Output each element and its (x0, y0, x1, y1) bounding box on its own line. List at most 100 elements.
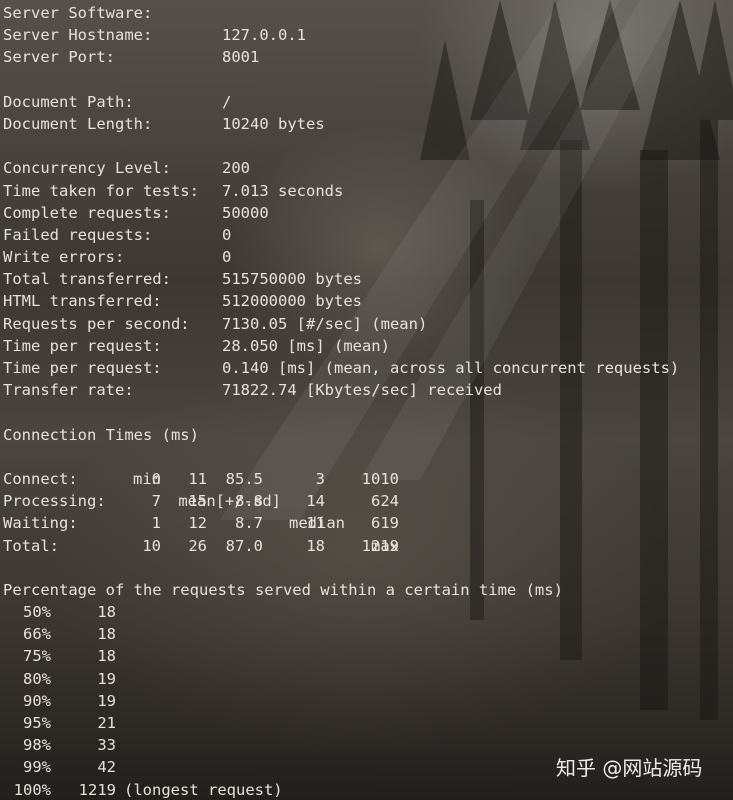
stat-value: 0 (222, 225, 232, 244)
ct-median-value: 11 (306, 514, 325, 533)
stat-line: Complete requests: 50000 (3, 202, 733, 224)
stat-value: 512000000 bytes (222, 292, 362, 311)
ct-min-value: 1 (151, 514, 161, 533)
percentile-label: 66% (23, 625, 51, 644)
percentile-ms-value: 19 (97, 691, 116, 710)
stat-line: Concurrency Level: 200 (3, 157, 733, 179)
stat-line: Time taken for tests: 7.013 seconds (3, 180, 733, 202)
ct-sd-value: 85.5 (225, 469, 263, 488)
connection-times-row: Processing: 7 15 8.8 14 624 (3, 490, 733, 512)
percentile-ms-value: 33 (97, 736, 116, 755)
stat-value: 127.0.0.1 (222, 26, 306, 45)
ct-row-label: Processing: (3, 492, 106, 511)
percentile-label: 90% (23, 691, 51, 710)
percentile-ms-value: 42 (97, 758, 116, 777)
zhihu-watermark: 知乎 @网站源码 (556, 756, 703, 780)
percentile-label: 100% (13, 780, 51, 799)
percentile-row: 80% 19 (3, 668, 733, 690)
stat-label: Requests per second: (3, 314, 190, 333)
percentile-ms-value: 18 (97, 647, 116, 666)
ct-min-value: 7 (151, 492, 161, 511)
percentile-label: 50% (23, 603, 51, 622)
stat-line: Total transferred: 515750000 bytes (3, 268, 733, 290)
stat-label: Server Port: (3, 48, 115, 67)
percentile-label: 98% (23, 736, 51, 755)
connection-times-title: Connection Times (ms) (3, 425, 199, 444)
stat-value: 50000 (222, 203, 269, 222)
ct-max-value: 624 (371, 492, 399, 511)
percentile-ms-value: 1219 (78, 780, 116, 799)
stat-value: 28.050 [ms] (mean) (222, 336, 390, 355)
ct-row-label: Total: (3, 536, 59, 555)
ct-median-value: 18 (306, 536, 325, 555)
stat-line: Time per request: 0.140 [ms] (mean, acros… (3, 357, 733, 379)
ct-median-value: 3 (315, 469, 325, 488)
stat-line: Server Port: 8001 (3, 46, 733, 68)
percentile-row: 75% 18 (3, 645, 733, 667)
percentile-label: 95% (23, 714, 51, 732)
ab-benchmark-output: Server Software: Server Hostname: 127.0.0.… (3, 2, 733, 800)
stat-label: Total transferred: (3, 270, 171, 289)
stat-line: Transfer rate: 71822.74 [Kbytes/sec] rece… (3, 379, 733, 401)
stat-line: Time per request: 28.050 [ms] (mean) (3, 335, 733, 357)
percentile-row: 95% 21 (3, 712, 733, 734)
ct-min-value: 0 (151, 469, 161, 488)
ct-max-value: 619 (371, 514, 399, 533)
stat-label: Document Path: (3, 92, 134, 111)
stat-line: Server Software: (3, 2, 733, 24)
stat-label: Server Software: (3, 4, 153, 22)
stat-value: 7130.05 [#/sec] (mean) (222, 314, 428, 333)
percentile-label: 80% (23, 669, 51, 688)
percentile-label: 99% (23, 758, 51, 777)
stat-label: Time taken for tests: (3, 181, 199, 200)
ct-max-value: 1010 (361, 469, 399, 488)
ct-mean-value: 26 (188, 536, 207, 555)
percentile-ms-value: 19 (97, 669, 116, 688)
stat-value: 0.140 [ms] (mean, across all concurrent … (222, 359, 680, 377)
percentile-row: 90% 19 (3, 690, 733, 712)
ct-mean-value: 12 (188, 514, 207, 533)
stat-label: Document Length: (3, 114, 153, 133)
document-info-section: Document Path: / Document Length: 10240 byt… (3, 91, 733, 135)
percentile-ms-value: 21 (97, 714, 116, 732)
stat-label: Write errors: (3, 248, 125, 267)
server-info-section: Server Software: Server Hostname: 127.0.0.… (3, 2, 733, 69)
percentile-row: 100% 1219 (longest request) (3, 779, 733, 800)
connection-times-row: Total: 10 26 87.0 18 1219 (3, 535, 733, 557)
ct-sd-value: 8.7 (235, 514, 263, 533)
stat-value: / (222, 92, 232, 111)
percentile-row: 66% 18 (3, 623, 733, 645)
ct-row-label: Connect: (3, 469, 78, 488)
ct-max-value: 1219 (361, 536, 399, 555)
ct-mean-value: 11 (188, 469, 207, 488)
stat-line: Server Hostname: 127.0.0.1 (3, 24, 733, 46)
ct-min-value: 10 (142, 536, 161, 555)
stat-line: Failed requests: 0 (3, 224, 733, 246)
connection-times-header: min mean[+/-sd] median max (3, 446, 733, 555)
stat-line: HTML transferred: 512000000 bytes (3, 290, 733, 312)
stat-line: Requests per second: 7130.05 [#/sec] (mea… (3, 313, 733, 335)
connection-times-section: Connection Times (ms) min mean[+/-sd] me… (3, 424, 733, 557)
percentile-note: (longest request) (124, 780, 283, 799)
stat-label: Concurrency Level: (3, 159, 171, 178)
percentile-row: 50% 18 (3, 601, 733, 623)
stat-label: Server Hostname: (3, 26, 153, 45)
ct-mean-value: 15 (188, 492, 207, 511)
ct-sd-value: 87.0 (225, 536, 263, 555)
stat-label: Complete requests: (3, 203, 171, 222)
stat-value: 0 (222, 248, 232, 267)
ct-row-label: Waiting: (3, 514, 78, 533)
stat-label: HTML transferred: (3, 292, 162, 311)
stat-label: Time per request: (3, 359, 162, 377)
stat-line: Write errors: 0 (3, 246, 733, 268)
stat-line: Document Length: 10240 bytes (3, 113, 733, 135)
ct-sd-value: 8.8 (235, 492, 263, 511)
connection-times-row: Connect: 0 11 85.5 3 1010 (3, 468, 733, 490)
stat-label: Transfer rate: (3, 381, 134, 400)
stat-value: 8001 (222, 48, 260, 67)
stat-value: 71822.74 [Kbytes/sec] received (222, 381, 502, 400)
stat-label: Failed requests: (3, 225, 153, 244)
ct-median-value: 14 (306, 492, 325, 511)
stat-value: 515750000 bytes (222, 270, 362, 289)
percentile-ms-value: 18 (97, 625, 116, 644)
